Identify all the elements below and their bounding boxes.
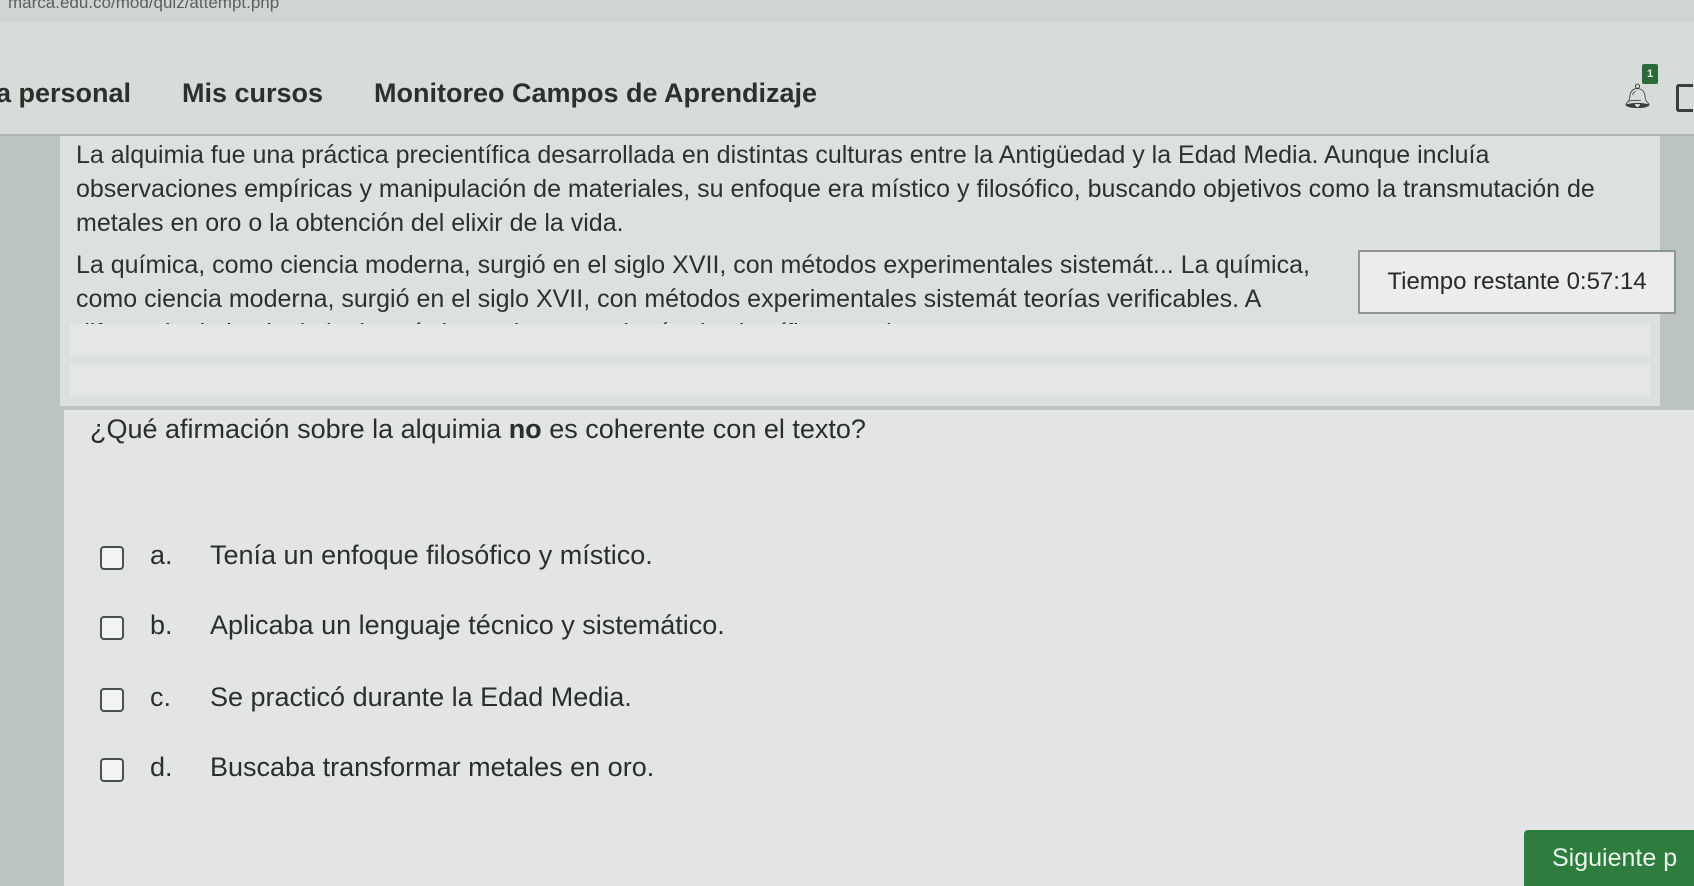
nav-item-personal[interactable]: a personal [0,78,131,109]
question-emphasis: no [508,414,542,444]
option-text[interactable]: Buscaba transformar metales en oro. [210,752,654,783]
nav-item-monitoreo[interactable]: Monitoreo Campos de Aprendizaje [374,78,817,109]
question-prefix: ¿Qué afirmación sobre la alquimia [90,414,509,444]
question-panel: ¿Qué afirmación sobre la alquimia no es … [64,410,1694,886]
option-letter: a. [150,540,173,570]
checkbox-b[interactable] [100,616,124,640]
address-bar[interactable]: marca.edu.co/mod/quiz/attempt.php [0,0,1694,23]
url-text: marca.edu.co/mod/quiz/attempt.php [8,0,280,12]
option-letter: b. [150,610,173,640]
passage-paragraph-1: La alquimia fue una práctica precientífi… [76,141,1595,237]
checkbox-d[interactable] [100,758,124,782]
checkbox-a[interactable] [100,546,124,570]
chat-icon[interactable] [1676,84,1693,112]
passage-line [70,324,1650,356]
bell-icon[interactable]: 🔔︎ [1622,82,1652,112]
checkbox-c[interactable] [100,688,124,712]
question-suffix: es coherente con el texto? [541,414,866,444]
option-letter: d. [150,752,173,782]
nav-item-mis-cursos[interactable]: Mis cursos [182,78,323,109]
next-page-button[interactable]: Siguiente p [1524,830,1694,886]
option-text[interactable]: Se practicó durante la Edad Media. [210,682,632,713]
time-remaining: Tiempo restante 0:57:14 [1358,250,1676,314]
option-letter: c. [150,682,172,712]
option-text[interactable]: Tenía un enfoque filosófico y místico. [210,540,653,571]
passage-line [70,364,1650,396]
notification-badge: 1 [1642,64,1658,84]
timer-value: 0:57:14 [1566,268,1647,295]
option-text[interactable]: Aplicaba un lenguaje técnico y sistemáti… [210,610,725,641]
top-navbar: a personal Mis cursos Monitoreo Campos d… [0,22,1694,136]
timer-label: Tiempo restante [1387,268,1560,295]
question-text: ¿Qué afirmación sobre la alquimia no es … [90,414,866,445]
